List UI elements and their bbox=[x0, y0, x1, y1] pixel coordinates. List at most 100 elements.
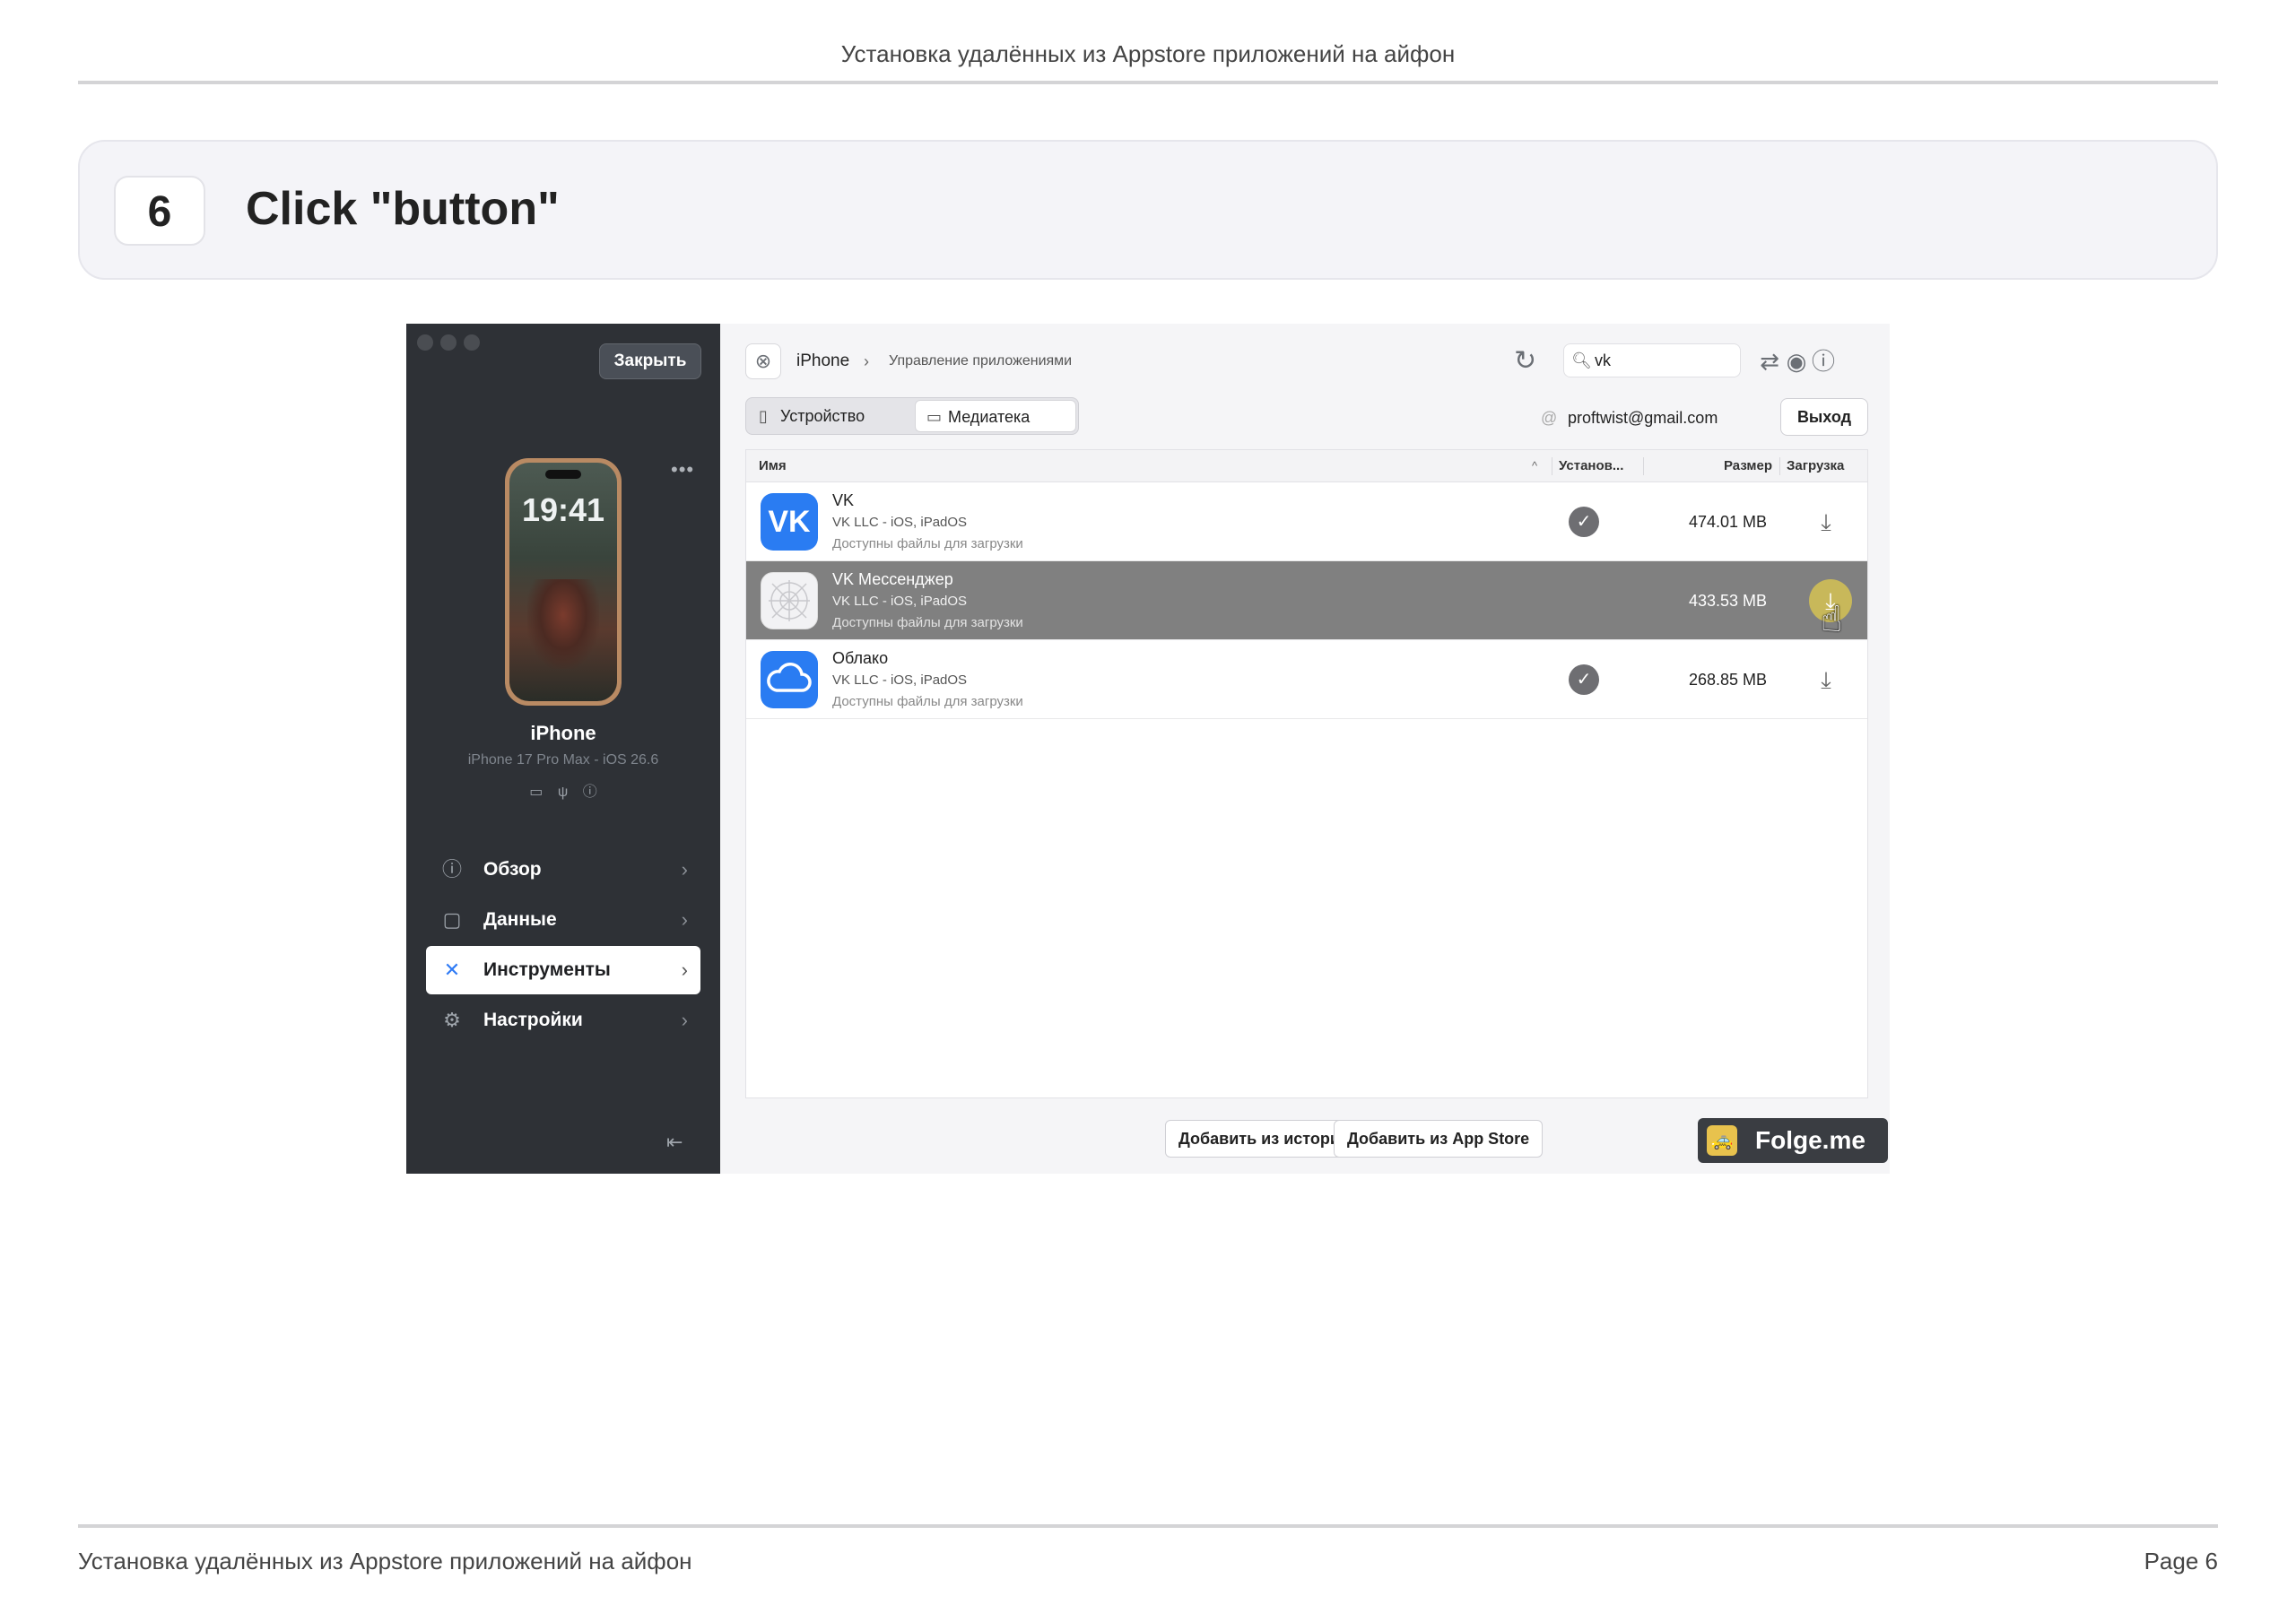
vk-app-icon: VK bbox=[761, 493, 818, 551]
sidebar-item-label: Настройки bbox=[483, 1010, 583, 1030]
app-availability: Доступны файлы для загрузки bbox=[832, 615, 1023, 630]
gear-icon: ⚙ bbox=[443, 1009, 461, 1031]
download-icon[interactable]: ⤓ bbox=[1805, 500, 1848, 543]
table-row[interactable]: VK Мессенджер VK LLC - iOS, iPadOS Досту… bbox=[746, 561, 1867, 640]
step-title: Click "button" bbox=[246, 183, 560, 235]
page-footer: Установка удалённых из Appstore приложен… bbox=[78, 1524, 2218, 1574]
window-zoom-dot[interactable] bbox=[464, 334, 480, 351]
tab-label: Медиатека bbox=[948, 408, 1031, 426]
battery-icon: ▭ bbox=[529, 785, 544, 800]
add-from-app-store-button[interactable]: Добавить из App Store bbox=[1334, 1120, 1544, 1158]
dynamic-island bbox=[545, 470, 581, 479]
breadcrumb-page: Управление приложениями bbox=[889, 353, 1073, 369]
table-header bbox=[746, 450, 1867, 482]
sidebar-item-data[interactable]: ▢ Данные › bbox=[426, 896, 700, 944]
chevron-right-icon: › bbox=[864, 352, 869, 370]
logout-button[interactable]: Выход bbox=[1780, 398, 1868, 436]
apps-table: Имя ^ Установ... Размер Загрузка VK VK V… bbox=[745, 449, 1868, 1098]
step-number: 6 bbox=[114, 176, 205, 246]
page-header-title: Установка удалённых из Appstore приложен… bbox=[840, 40, 1456, 67]
tab-library[interactable]: ▭ Медиатека bbox=[915, 400, 1076, 432]
app-name: Облако bbox=[832, 649, 889, 667]
info-small-icon[interactable]: ⓘ bbox=[583, 785, 597, 800]
column-name[interactable]: Имя bbox=[759, 450, 787, 482]
chevron-right-icon: › bbox=[681, 908, 688, 931]
cloud-app-icon bbox=[761, 651, 818, 708]
window-close-dot[interactable] bbox=[417, 334, 433, 351]
device-status-icons: ▭ ψ ⓘ bbox=[406, 779, 720, 801]
refresh-icon[interactable]: ↻ bbox=[1514, 343, 1536, 379]
collapse-sidebar-icon[interactable]: ⇤ bbox=[666, 1131, 683, 1154]
app-developer: VK LLC - iOS, iPadOS bbox=[832, 594, 968, 609]
folge-watermark: 🚕 Folge.me bbox=[1698, 1118, 1888, 1163]
footer-title: Установка удалённых из Appstore приложен… bbox=[78, 1548, 692, 1574]
hand-cursor-icon: ☝ bbox=[1821, 600, 1843, 639]
page-header: Установка удалённых из Appstore приложен… bbox=[78, 36, 2218, 84]
table-row[interactable]: VK VK VK LLC - iOS, iPadOS Доступны файл… bbox=[746, 482, 1867, 561]
app-grid-icon bbox=[769, 580, 810, 621]
app-name: VK bbox=[832, 491, 855, 509]
window-minimize-dot[interactable] bbox=[440, 334, 457, 351]
page-number: Page 6 bbox=[2144, 1548, 2218, 1574]
help-icon[interactable]: ⓘ bbox=[1807, 343, 1839, 379]
sidebar-item-label: Обзор bbox=[483, 859, 542, 880]
folge-logo-icon: 🚕 bbox=[1707, 1125, 1737, 1156]
checkmark-icon: ✓ bbox=[1569, 664, 1599, 695]
app-availability: Доступны файлы для загрузки bbox=[832, 536, 1023, 551]
close-button[interactable]: Закрыть bbox=[599, 343, 701, 379]
phone-icon: ▯ bbox=[759, 407, 768, 425]
info-icon: ⓘ bbox=[441, 858, 462, 880]
app-developer: VK LLC - iOS, iPadOS bbox=[832, 672, 968, 688]
sidebar-item-overview[interactable]: ⓘ Обзор › bbox=[426, 846, 700, 894]
column-download[interactable]: Загрузка bbox=[1787, 450, 1844, 482]
close-circle-icon: ⊗ bbox=[754, 350, 772, 372]
table-row[interactable]: Облако VK LLC - iOS, iPadOS Доступны фай… bbox=[746, 640, 1867, 719]
tools-icon: ✕ bbox=[443, 958, 461, 981]
sidebar-item-label: Инструменты bbox=[483, 959, 611, 980]
app-developer: VK LLC - iOS, iPadOS bbox=[832, 515, 968, 530]
app-availability: Доступны файлы для загрузки bbox=[832, 694, 1023, 709]
sidebar-item-tools[interactable]: ✕ Инструменты › bbox=[426, 946, 700, 994]
chevron-right-icon: › bbox=[681, 858, 688, 880]
phone-screen: 19:41 bbox=[509, 463, 617, 701]
placeholder-app-icon bbox=[761, 572, 818, 629]
device-model: iPhone 17 Pro Max - iOS 26.6 bbox=[467, 752, 659, 768]
app-size: 474.01 MB bbox=[1688, 513, 1767, 531]
search-box[interactable]: 🔍︎ bbox=[1563, 343, 1741, 377]
step-box: 6 Click "button" bbox=[78, 140, 2218, 280]
monitor-icon: ▭ bbox=[926, 408, 943, 426]
search-input[interactable] bbox=[1595, 350, 1729, 371]
sidebar-item-label: Данные bbox=[483, 909, 557, 930]
tab-label: Устройство bbox=[780, 407, 865, 425]
main-panel: ⊗ iPhone › Управление приложениями ↻ 🔍︎ … bbox=[720, 324, 1890, 1174]
square-icon: ▢ bbox=[442, 908, 462, 931]
search-icon: 🔍︎ bbox=[1571, 351, 1592, 369]
download-icon[interactable]: ⤓ bbox=[1805, 658, 1848, 701]
cloud-icon bbox=[767, 663, 812, 692]
app-size: 268.85 MB bbox=[1688, 671, 1767, 689]
tab-device[interactable]: ▯ Устройство bbox=[748, 400, 915, 432]
phone-time: 19:41 bbox=[521, 491, 605, 528]
source-tabs: ▯ Устройство ▭ Медиатека bbox=[745, 397, 1079, 435]
phone-image: 19:41 bbox=[505, 458, 622, 706]
disconnect-button[interactable]: ⊗ bbox=[745, 343, 781, 379]
app-screenshot: Закрыть 19:41 ••• iPhone iPhone 17 Pro M… bbox=[406, 324, 1890, 1174]
sidebar-item-settings[interactable]: ⚙ Настройки › bbox=[426, 996, 700, 1045]
column-installed[interactable]: Установ... bbox=[1559, 450, 1623, 482]
usb-icon: ψ bbox=[557, 785, 569, 800]
column-size[interactable]: Размер bbox=[1724, 450, 1772, 482]
app-name: VK Мессенджер bbox=[832, 570, 953, 588]
column-divider bbox=[1643, 457, 1644, 475]
app-size: 433.53 MB bbox=[1688, 592, 1767, 610]
device-name: iPhone bbox=[530, 722, 596, 744]
column-divider bbox=[1779, 457, 1780, 475]
breadcrumb-device[interactable]: iPhone bbox=[796, 347, 849, 376]
at-icon: @ bbox=[1541, 409, 1558, 427]
folge-text: Folge.me bbox=[1755, 1126, 1866, 1154]
chevron-right-icon: › bbox=[681, 1009, 688, 1031]
sort-asc-icon: ^ bbox=[1532, 459, 1538, 473]
sidebar: Закрыть 19:41 ••• iPhone iPhone 17 Pro M… bbox=[406, 324, 720, 1174]
more-icon[interactable]: ••• bbox=[671, 458, 694, 481]
wallpaper-figures bbox=[527, 579, 599, 669]
account-email: proftwist@gmail.com bbox=[1568, 409, 1718, 427]
